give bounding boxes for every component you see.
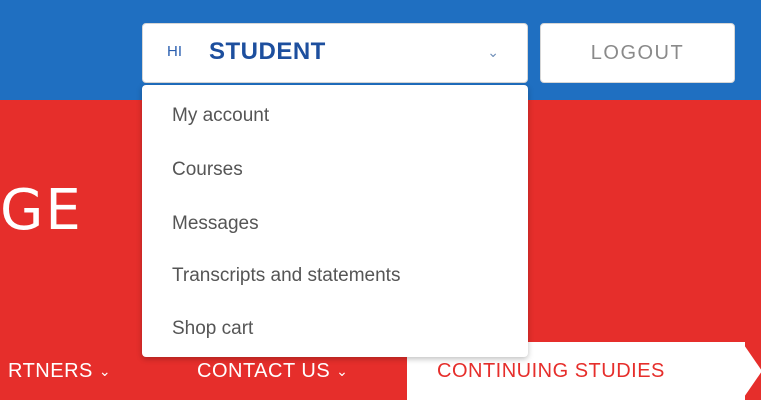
nav-active-arrow: [742, 342, 761, 400]
chevron-down-icon: ⌄: [336, 362, 349, 379]
hero-title: GE: [0, 178, 83, 243]
chevron-down-icon: ⌄: [487, 44, 499, 60]
menu-item-messages[interactable]: Messages: [172, 213, 259, 235]
user-menu-button[interactable]: HI STUDENT ⌄: [142, 23, 528, 83]
user-name: STUDENT: [209, 38, 326, 65]
user-greeting: HI: [167, 43, 182, 60]
nav-item-label: CONTINUING STUDIES: [437, 359, 665, 382]
nav-item-partners[interactable]: RTNERS ⌄: [8, 342, 111, 400]
menu-item-my-account[interactable]: My account: [172, 105, 269, 127]
menu-item-transcripts[interactable]: Transcripts and statements: [172, 265, 400, 287]
nav-item-label: RTNERS: [8, 359, 93, 382]
chevron-down-icon: ⌄: [98, 362, 112, 379]
menu-item-courses[interactable]: Courses: [172, 159, 243, 181]
nav-item-label: CONTACT US: [197, 359, 331, 382]
logout-button[interactable]: LOGOUT: [540, 23, 735, 83]
menu-item-shop-cart[interactable]: Shop cart: [172, 318, 253, 340]
user-dropdown-menu: My account Courses Messages Transcripts …: [142, 85, 528, 357]
